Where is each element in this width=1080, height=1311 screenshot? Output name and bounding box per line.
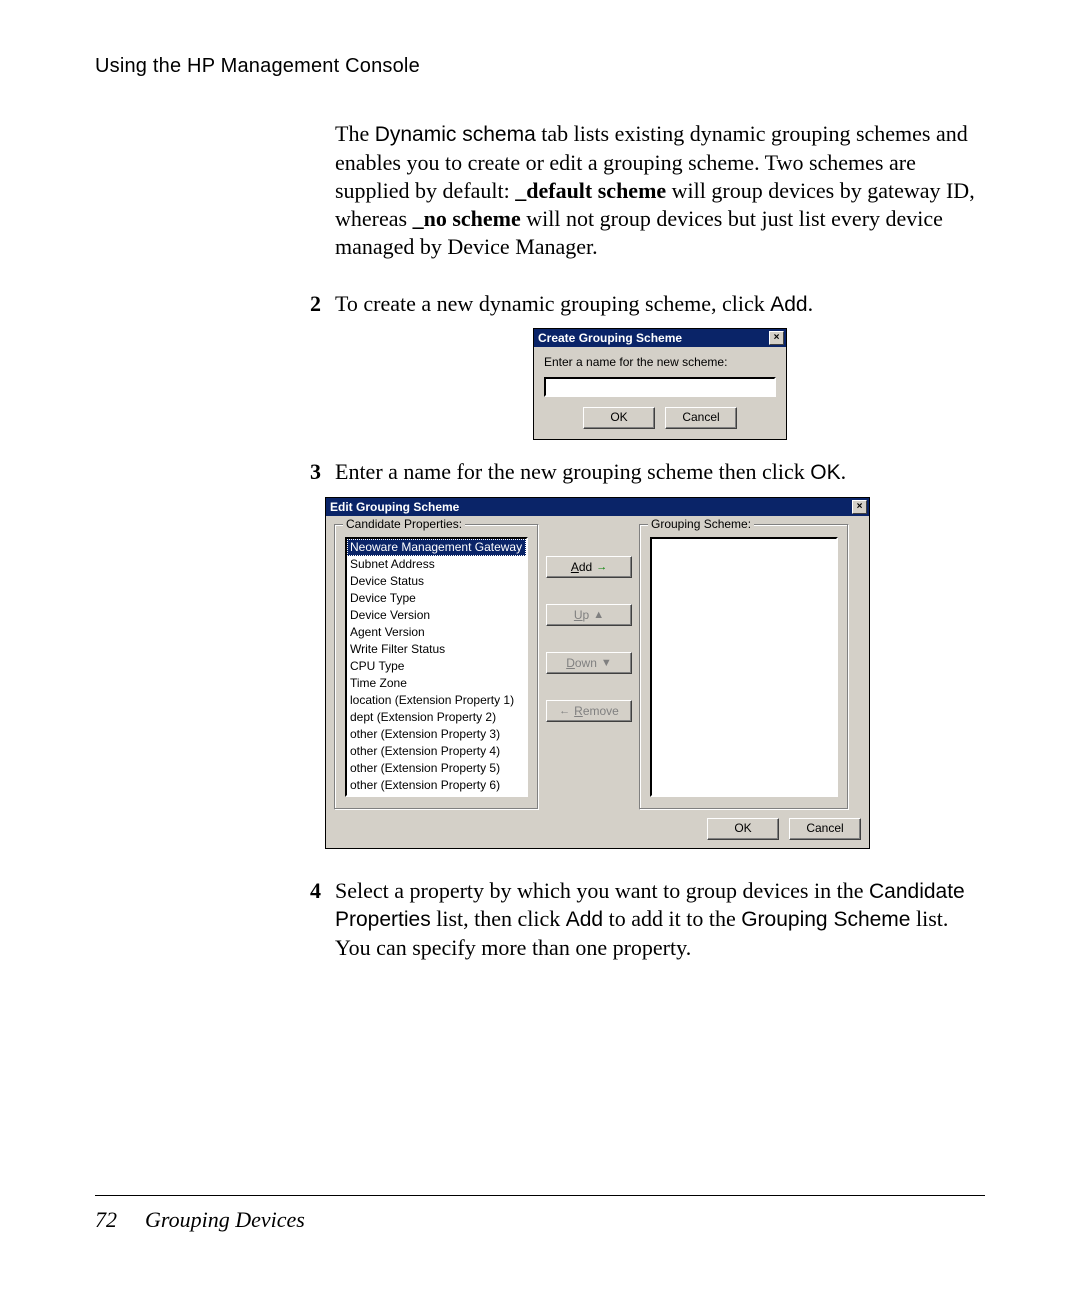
grouping-scheme-fieldset: Grouping Scheme:	[639, 524, 849, 810]
list-item[interactable]: Write Filter Status	[347, 641, 526, 658]
list-item[interactable]: dept (Extension Property 2)	[347, 709, 526, 726]
down-button[interactable]: Down ▼	[546, 652, 632, 674]
grouping-scheme-listbox[interactable]	[650, 537, 838, 797]
candidate-properties-fieldset: Candidate Properties: Neoware Management…	[334, 524, 539, 810]
body-column: The Dynamic schema tab lists existing dy…	[335, 120, 985, 963]
step-number: 2	[299, 290, 335, 319]
page-number: 72	[95, 1207, 117, 1232]
create-dialog-body: Enter a name for the new scheme: OK Canc…	[534, 347, 786, 438]
step-number: 3	[299, 458, 335, 487]
candidate-properties-listbox[interactable]: Neoware Management Gateway IDSubnet Addr…	[345, 537, 528, 797]
remove-button[interactable]: ← Remove	[546, 700, 632, 722]
list-item[interactable]: CPU Type	[347, 658, 526, 675]
list-item[interactable]: Subnet Address	[347, 556, 526, 573]
page-footer: 72 Grouping Devices	[95, 1207, 305, 1233]
list-item[interactable]: Device Type	[347, 590, 526, 607]
text: To create a new dynamic grouping scheme,…	[335, 291, 770, 316]
step-number: 4	[299, 877, 335, 963]
down-button-label: Down	[566, 654, 597, 672]
create-dialog-wrap: Create Grouping Scheme × Enter a name fo…	[335, 328, 985, 439]
grouping-scheme-legend: Grouping Scheme:	[648, 517, 754, 532]
edit-grouping-scheme-dialog: Edit Grouping Scheme × Candidate Propert…	[325, 497, 870, 849]
list-item[interactable]: other (Extension Property 6)	[347, 777, 526, 794]
list-item[interactable]: Agent Version	[347, 624, 526, 641]
cancel-button[interactable]: Cancel	[789, 818, 861, 840]
add-label: Add	[566, 908, 603, 931]
ok-label: OK	[810, 461, 840, 484]
footer-rule	[95, 1195, 985, 1196]
arrow-down-icon: ▼	[601, 654, 612, 672]
edit-dialog-buttons: OK Cancel	[334, 818, 861, 840]
list-item[interactable]: Time Zone	[347, 675, 526, 692]
edit-dialog-titlebar[interactable]: Edit Grouping Scheme ×	[326, 498, 869, 516]
edit-columns: Candidate Properties: Neoware Management…	[334, 524, 861, 810]
create-dialog-titlebar[interactable]: Create Grouping Scheme ×	[534, 329, 786, 347]
create-dialog-label: Enter a name for the new scheme:	[544, 355, 776, 370]
step-3: 3 Enter a name for the new grouping sche…	[335, 458, 985, 487]
step-text: To create a new dynamic grouping scheme,…	[335, 290, 985, 319]
cancel-button[interactable]: Cancel	[665, 407, 737, 429]
edit-dialog-wrap: Edit Grouping Scheme × Candidate Propert…	[325, 497, 985, 849]
add-button[interactable]: Add →	[546, 556, 632, 578]
up-button[interactable]: Up ▲	[546, 604, 632, 626]
text: list, then click	[431, 906, 566, 931]
edit-dialog-body: Candidate Properties: Neoware Management…	[326, 516, 869, 848]
create-dialog-title: Create Grouping Scheme	[538, 329, 682, 347]
grouping-scheme-label: Grouping Scheme	[741, 908, 910, 931]
step-4: 4 Select a property by which you want to…	[335, 877, 985, 963]
step-text: Enter a name for the new grouping scheme…	[335, 458, 985, 487]
ok-button[interactable]: OK	[707, 818, 779, 840]
intro-paragraph: The Dynamic schema tab lists existing dy…	[335, 120, 985, 262]
arrow-right-icon: →	[596, 558, 607, 576]
candidate-properties-legend: Candidate Properties:	[343, 517, 465, 532]
text: to add it to the	[603, 906, 741, 931]
list-item[interactable]: other (Extension Property 4)	[347, 743, 526, 760]
text: Enter a name for the new grouping scheme…	[335, 459, 810, 484]
close-icon[interactable]: ×	[852, 500, 867, 514]
list-item[interactable]: Device Status	[347, 573, 526, 590]
dynamic-schema-label: Dynamic schema	[375, 123, 536, 146]
text: The	[335, 121, 375, 146]
list-item[interactable]: location (Extension Property 1)	[347, 692, 526, 709]
edit-dialog-title: Edit Grouping Scheme	[330, 498, 459, 516]
remove-button-label: Remove	[574, 702, 619, 720]
arrow-left-icon: ←	[559, 702, 570, 720]
text: .	[808, 291, 814, 316]
step-text: Select a property by which you want to g…	[335, 877, 985, 963]
create-dialog-buttons: OK Cancel	[544, 407, 776, 429]
page: Using the HP Management Console The Dyna…	[0, 0, 1080, 1311]
step-2: 2 To create a new dynamic grouping schem…	[335, 290, 985, 319]
list-item[interactable]: other (Extension Property 5)	[347, 760, 526, 777]
scheme-name-input[interactable]	[544, 377, 776, 397]
no-scheme-label: _no scheme	[413, 206, 521, 231]
text: .	[841, 459, 847, 484]
create-grouping-scheme-dialog: Create Grouping Scheme × Enter a name fo…	[533, 328, 787, 439]
section-title: Grouping Devices	[145, 1207, 305, 1232]
default-scheme-label: _default scheme	[515, 178, 666, 203]
up-button-label: Up	[574, 606, 589, 624]
add-button-label: Add	[571, 558, 592, 576]
list-item[interactable]: other (Extension Property 3)	[347, 726, 526, 743]
transfer-buttons: Add → Up ▲ Down ▼	[539, 524, 639, 722]
ok-button[interactable]: OK	[583, 407, 655, 429]
arrow-up-icon: ▲	[593, 606, 604, 624]
text: Select a property by which you want to g…	[335, 878, 869, 903]
running-head: Using the HP Management Console	[95, 55, 985, 78]
add-label: Add	[770, 293, 807, 316]
list-item[interactable]: Neoware Management Gateway ID	[347, 539, 526, 556]
close-icon[interactable]: ×	[769, 331, 784, 345]
list-item[interactable]: Device Version	[347, 607, 526, 624]
